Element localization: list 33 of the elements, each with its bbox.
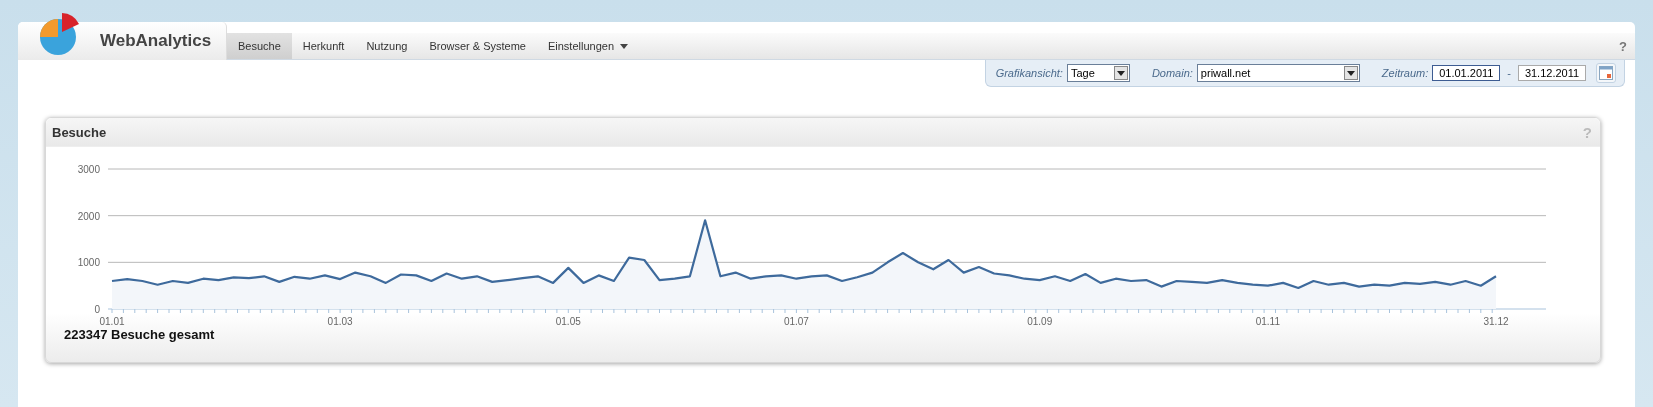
range-label: Zeitraum: (1381, 67, 1429, 79)
caret-icon (620, 43, 629, 49)
pie-chart-logo-icon (38, 12, 82, 56)
y-axis-label: 1000 (77, 257, 100, 269)
end-date-field[interactable]: 31.12.2011 (1518, 65, 1586, 81)
nav-tab[interactable]: Einstellungen (536, 33, 640, 59)
x-axis-label: 01.03 (327, 316, 353, 327)
x-axis-label: 31.12 (1483, 316, 1509, 327)
help-button[interactable]: ? (1611, 33, 1635, 59)
x-axis-label: 01.09 (1027, 316, 1053, 327)
start-date-field[interactable]: 01.01.2011 (1432, 65, 1501, 81)
dropdown-arrow-icon (1346, 70, 1355, 76)
domain-label: Domain: (1151, 67, 1193, 79)
calendar-icon[interactable] (1596, 63, 1616, 83)
view-select[interactable]: Tage (1066, 64, 1130, 82)
app-title: WebAnalytics (100, 31, 212, 51)
domain-select[interactable]: priwall.net (1196, 64, 1360, 82)
y-axis-label: 2000 (77, 210, 100, 222)
range-separator: - (1506, 67, 1512, 79)
nav-tab[interactable]: Nutzung (355, 33, 419, 59)
y-axis-label: 0 (94, 304, 100, 315)
dropdown-arrow-icon (1116, 70, 1125, 76)
total-visits: 223347 Besuche gesamt (64, 327, 215, 342)
x-axis-label: 01.05 (555, 316, 581, 327)
nav-tab[interactable]: Herkunft (291, 33, 356, 59)
x-axis-label: 01.01 (99, 316, 125, 327)
x-axis-label: 01.07 (783, 316, 809, 327)
panel-title: Besuche (52, 124, 107, 140)
view-label: Grafikansicht: (995, 67, 1063, 79)
x-axis-label: 01.11 (1255, 316, 1280, 327)
nav-tab[interactable]: Browser & Systeme (418, 33, 537, 59)
y-axis-label: 3000 (77, 164, 100, 175)
nav-tab[interactable]: Besuche (227, 33, 292, 59)
